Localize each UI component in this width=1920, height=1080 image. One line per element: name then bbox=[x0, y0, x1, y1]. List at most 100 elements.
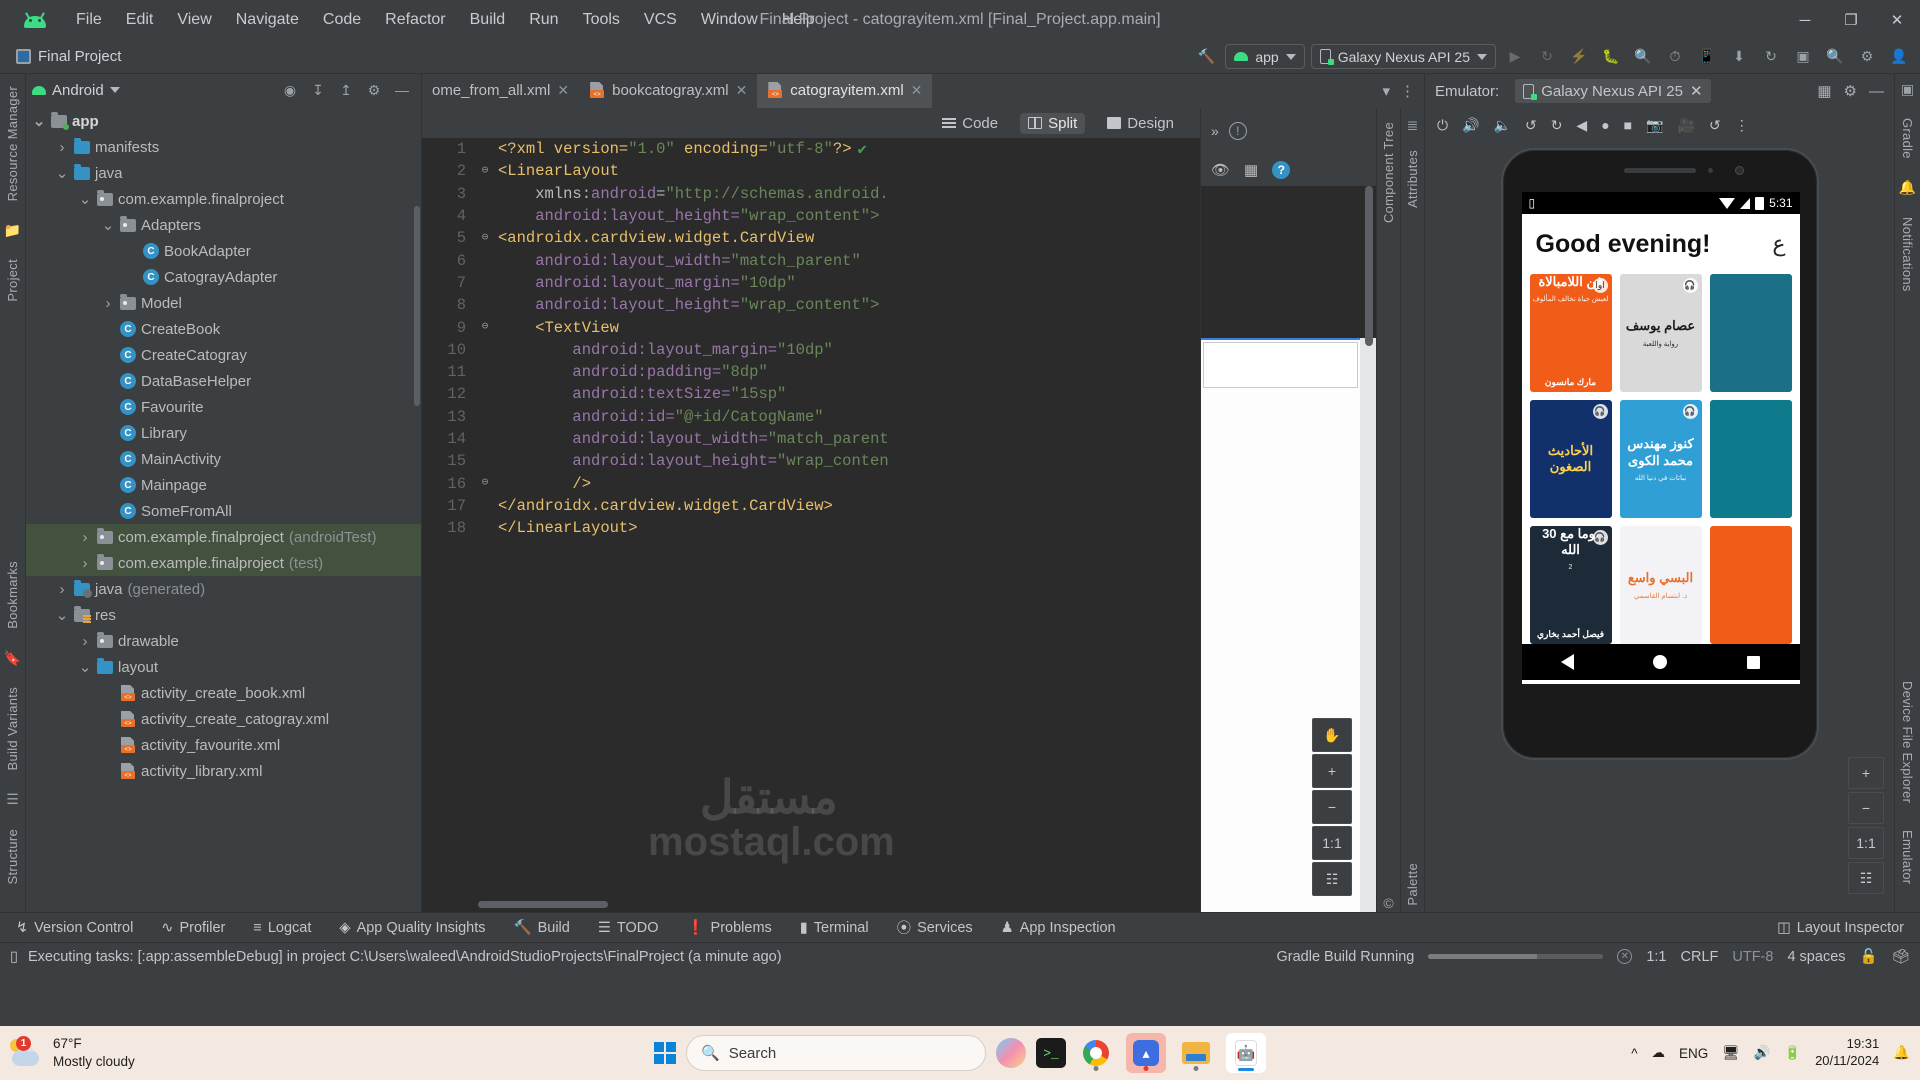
lock-icon[interactable]: 🔓 bbox=[1860, 948, 1878, 965]
editor-tab-bookcatogray[interactable]: <> bookcatogray.xml ✕ bbox=[579, 74, 757, 108]
close-icon[interactable]: ✕ bbox=[1690, 82, 1703, 100]
warning-icon[interactable]: ! bbox=[1228, 122, 1247, 140]
chevron-right-icon[interactable]: › bbox=[78, 633, 92, 650]
emulator-zoom-in[interactable]: + bbox=[1848, 757, 1884, 789]
component-tree-label[interactable]: Component Tree bbox=[1381, 116, 1396, 229]
book-card[interactable]: اوا فن اللامبالاة لعيش حياة تخالف المألوف م… bbox=[1529, 274, 1612, 392]
book-card[interactable]: البسي واسع د. ابتسام القاسمي bbox=[1619, 526, 1702, 644]
menu-item-build[interactable]: Build bbox=[458, 8, 518, 32]
notifications-icon[interactable]: 🔔 bbox=[1899, 179, 1917, 197]
tool-version-control[interactable]: ↯ Version Control bbox=[12, 918, 137, 938]
zoom-actual-button[interactable]: 1:1 bbox=[1312, 826, 1352, 860]
menu-item-refactor[interactable]: Refactor bbox=[373, 8, 457, 32]
tool-terminal[interactable]: ▮ Terminal bbox=[796, 918, 873, 938]
book-card[interactable] bbox=[1709, 274, 1792, 392]
close-icon[interactable]: ✕ bbox=[557, 82, 569, 99]
screenshot-icon[interactable]: 📷 bbox=[1646, 117, 1663, 134]
line-separator[interactable]: CRLF bbox=[1681, 949, 1719, 965]
book-card[interactable]: 🎧 الأحاديث الصغون bbox=[1529, 400, 1612, 518]
account-icon[interactable]: 👤 bbox=[1886, 45, 1912, 69]
code-line[interactable]: 1 <?xml version="1.0" encoding="utf-8"?> ✔ bbox=[422, 138, 1200, 160]
bell-icon[interactable]: 🔔 bbox=[1893, 1045, 1910, 1061]
project-scrollbar[interactable] bbox=[414, 206, 420, 406]
tool-profiler[interactable]: ∿ Profiler bbox=[157, 918, 229, 938]
code-line[interactable]: 14 android:layout_width="match_parent bbox=[422, 428, 1200, 450]
project-view-selector[interactable]: Android bbox=[32, 82, 120, 99]
tree-item[interactable]: C BookAdapter bbox=[26, 238, 421, 264]
mode-code-button[interactable]: Code bbox=[934, 113, 1006, 134]
build-config-selector[interactable]: app bbox=[1225, 44, 1305, 69]
menu-item-edit[interactable]: Edit bbox=[114, 8, 166, 32]
avd-manager-icon[interactable]: ▣ bbox=[1790, 45, 1816, 69]
blueprint-icon[interactable]: ▦ bbox=[1244, 161, 1258, 179]
onedrive-icon[interactable]: ☁ bbox=[1652, 1045, 1666, 1061]
tree-item[interactable]: C CatograyAdapter bbox=[26, 264, 421, 290]
code-line[interactable]: 8 android:layout_height="wrap_content"> bbox=[422, 294, 1200, 316]
volume-down-icon[interactable]: 🔈 bbox=[1494, 117, 1511, 134]
chevron-right-icon[interactable]: › bbox=[55, 139, 69, 156]
zoom-in-button[interactable]: + bbox=[1312, 754, 1352, 788]
code-line[interactable]: 10 android:layout_margin="10dp" bbox=[422, 339, 1200, 361]
code-line[interactable]: 18 </LinearLayout> bbox=[422, 517, 1200, 539]
editor-tab-catograyitem[interactable]: <> catograyitem.xml ✕ bbox=[757, 74, 933, 108]
emulator-device-tab[interactable]: Galaxy Nexus API 25 ✕ bbox=[1515, 79, 1711, 103]
device-selector[interactable]: Galaxy Nexus API 25 bbox=[1310, 44, 1496, 69]
project-chip[interactable]: Final Project bbox=[8, 46, 129, 67]
history-icon[interactable]: ↺ bbox=[1709, 117, 1721, 134]
locate-icon[interactable]: ◉ bbox=[277, 78, 303, 102]
chevron-right-icon[interactable]: › bbox=[55, 581, 69, 598]
rail-project[interactable]: Project bbox=[5, 253, 20, 308]
settings-icon[interactable]: ⚙ bbox=[1844, 82, 1857, 100]
minimize-button[interactable]: ─ bbox=[1782, 0, 1828, 40]
menu-item-vcs[interactable]: VCS bbox=[632, 8, 689, 32]
battery-icon[interactable]: 🔋 bbox=[1784, 1045, 1801, 1061]
code-line[interactable]: 7 android:layout_margin="10dp" bbox=[422, 272, 1200, 294]
menu-item-help[interactable]: Help bbox=[770, 8, 827, 32]
indent-setting[interactable]: 4 spaces bbox=[1787, 949, 1845, 965]
menu-item-view[interactable]: View bbox=[165, 8, 223, 32]
home-icon[interactable]: ● bbox=[1601, 117, 1609, 133]
code-line[interactable]: 3 xmlns:android="http://schemas.android. bbox=[422, 183, 1200, 205]
rail-resource-manager[interactable]: Resource Manager bbox=[5, 80, 20, 207]
tree-item[interactable]: <> activity_create_catogray.xml bbox=[26, 706, 421, 732]
recents-button[interactable] bbox=[1746, 655, 1760, 669]
rail-device-file-explorer[interactable]: Device File Explorer bbox=[1900, 675, 1915, 809]
chevron-down-icon[interactable]: ⌄ bbox=[78, 190, 92, 208]
hide-panel-icon[interactable]: — bbox=[1869, 83, 1884, 100]
tool-layout-inspector[interactable]: ◫ Layout Inspector bbox=[1773, 918, 1908, 938]
taskbar-app-copilot[interactable] bbox=[996, 1038, 1026, 1068]
more-vertical-icon[interactable]: ⋮ bbox=[1400, 82, 1415, 100]
notification-icon[interactable]: 🗳 bbox=[1892, 948, 1910, 965]
tool-logcat[interactable]: ≡ Logcat bbox=[249, 918, 315, 938]
maximize-button[interactable]: ❐ bbox=[1828, 0, 1874, 40]
taskbar-app-terminal[interactable]: >_ bbox=[1036, 1038, 1066, 1068]
close-button[interactable]: ✕ bbox=[1874, 0, 1920, 40]
fold-toggle-icon[interactable]: ⊖ bbox=[478, 165, 492, 177]
settings-icon[interactable]: ⚙ bbox=[1854, 45, 1880, 69]
code-line[interactable]: 17 </androidx.cardview.widget.CardView> bbox=[422, 495, 1200, 517]
caret-position[interactable]: 1:1 bbox=[1646, 949, 1666, 965]
close-icon[interactable]: ✕ bbox=[736, 82, 748, 99]
menu-bar[interactable]: File Edit View Navigate Code Refactor Bu… bbox=[64, 8, 827, 32]
book-card[interactable]: 🎧 كنوز مهندس محمد الكوى نباتات في دنيا الل… bbox=[1619, 400, 1702, 518]
menu-item-tools[interactable]: Tools bbox=[571, 8, 632, 32]
tool-app-inspection[interactable]: ♟ App Inspection bbox=[997, 918, 1120, 938]
code-editor[interactable]: 1 <?xml version="1.0" encoding="utf-8"?> ✔… bbox=[422, 138, 1200, 912]
close-icon[interactable]: ✕ bbox=[911, 82, 923, 99]
tree-item[interactable]: C SomeFromAll bbox=[26, 498, 421, 524]
record-icon[interactable]: 🎥 bbox=[1678, 117, 1695, 134]
rotate-left-icon[interactable]: ↺ bbox=[1525, 117, 1537, 134]
home-button[interactable] bbox=[1653, 655, 1668, 669]
menu-item-window[interactable]: Window bbox=[689, 8, 770, 32]
run-icon[interactable]: ▶ bbox=[1502, 45, 1528, 69]
code-line[interactable]: 15 android:layout_height="wrap_conten bbox=[422, 450, 1200, 472]
attributes-label[interactable]: Attributes bbox=[1405, 144, 1420, 214]
fold-toggle-icon[interactable]: ⊖ bbox=[478, 478, 492, 489]
taskbar-weather-widget[interactable]: 1 67°F Mostly cloudy bbox=[10, 1035, 135, 1071]
preview-canvas[interactable]: ✋ + − 1:1 ☷ bbox=[1201, 186, 1376, 912]
code-line[interactable]: 5 ⊖ <androidx.cardview.widget.CardView bbox=[422, 227, 1200, 249]
chevron-up-icon[interactable]: ^ bbox=[1631, 1046, 1637, 1061]
chevron-down-icon[interactable]: ⌄ bbox=[101, 216, 115, 234]
tree-item[interactable]: ⌄ app bbox=[26, 108, 421, 134]
cancel-icon[interactable]: ✕ bbox=[1617, 949, 1633, 964]
